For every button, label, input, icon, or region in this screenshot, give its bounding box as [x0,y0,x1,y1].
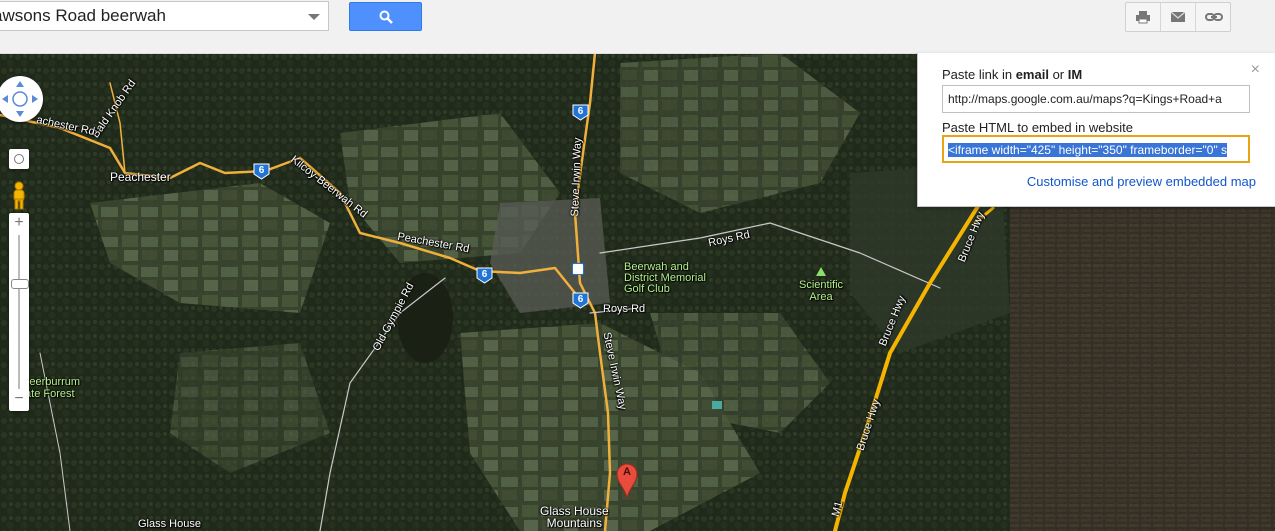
link-icon [1205,13,1223,21]
toolbar-buttons [1125,2,1231,32]
pan-control[interactable] [0,76,43,122]
pan-arrows-icon [2,81,38,117]
reset-view-button[interactable] [9,149,29,169]
label-peachester: Peachester [110,170,171,184]
label-scientific-area: Scientific Area [799,279,844,303]
print-icon [1136,11,1150,24]
search-box[interactable] [0,1,329,31]
zoom-out-button[interactable]: − [9,389,29,409]
embed-label: Paste HTML to embed in website [942,120,1133,135]
dropdown-arrow-icon[interactable] [308,14,320,20]
search-input[interactable] [0,2,290,30]
label-roys-rd-south: Roys Rd [603,303,646,315]
zoom-in-button[interactable]: + [9,213,29,233]
route-shield-6: 6 [572,292,589,309]
customise-embed-link[interactable]: Customise and preview embedded map [1027,174,1256,189]
zoom-track[interactable] [18,235,20,389]
close-icon[interactable]: × [1251,61,1260,79]
pegman-icon[interactable] [8,181,30,211]
link-label: Paste link in email or IM [942,67,1083,82]
route-shield-6: 6 [572,104,589,121]
print-button[interactable] [1126,3,1161,31]
search-icon [379,10,393,24]
label-glass-house-mountains: Glass House Mountains [540,504,609,530]
link-button[interactable] [1196,3,1230,31]
location-marker-a[interactable]: A [616,463,638,499]
route-shield-6: 6 [476,267,493,284]
train-station-icon[interactable] [572,263,584,275]
search-button[interactable] [349,2,422,31]
link-url-field[interactable]: http://maps.google.com.au/maps?q=Kings+R… [942,85,1250,113]
label-golf-club: Beerwah and District Memorial Golf Club [624,261,706,295]
zoom-handle[interactable] [11,279,29,289]
scientific-area-icon [816,267,826,276]
zoom-slider[interactable]: + − [9,213,29,411]
label-glass-house-sw: Glass House [138,518,201,530]
email-button[interactable] [1161,3,1196,31]
top-bar [0,0,1275,54]
route-shield-6: 6 [253,163,270,180]
embed-html-field[interactable]: <iframe width="425" height="350" framebo… [942,135,1250,163]
embed-html-selection: <iframe width="425" height="350" framebo… [948,143,1228,157]
email-icon [1170,11,1186,22]
share-link-popup: × Paste link in email or IM http://maps.… [917,53,1275,207]
label-beerburrum-state-forest: Beerburrum tate Forest [22,376,81,400]
